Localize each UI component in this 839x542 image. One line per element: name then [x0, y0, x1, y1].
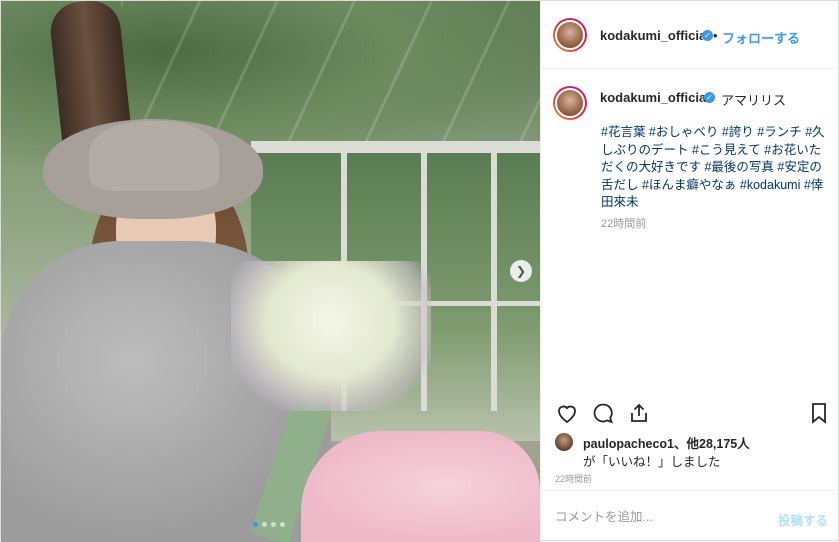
- post-photo[interactable]: ❯: [1, 1, 540, 542]
- carousel-dots: [253, 522, 285, 527]
- instagram-post: ❯ kodakumi_official ✓ • フォローする kodakumi_…: [0, 0, 839, 542]
- verified-badge-icon: ✓: [704, 92, 715, 103]
- caption-hashtags[interactable]: #花言葉 #おしゃべり #誇り #ランチ #久しぶりのデート #こう見えて #お…: [601, 124, 831, 212]
- avatar[interactable]: [553, 18, 587, 52]
- heart-icon[interactable]: [555, 401, 579, 425]
- carousel-dot: [271, 522, 276, 527]
- likes-count[interactable]: 、他28,175人: [674, 437, 750, 451]
- header-separator: •: [713, 28, 718, 43]
- header-username[interactable]: kodakumi_official: [600, 28, 710, 43]
- comment-input[interactable]: [555, 507, 755, 527]
- caption-title: アマリリス: [721, 93, 787, 108]
- carousel-dot: [280, 522, 285, 527]
- avatar[interactable]: [553, 86, 587, 120]
- avatar[interactable]: [555, 433, 573, 451]
- photo-glass-roof: [121, 1, 540, 141]
- photo-hat-crown: [89, 121, 219, 191]
- post-comment-button[interactable]: 投稿する: [778, 510, 828, 529]
- photo-bouquet: [231, 261, 431, 411]
- follow-button[interactable]: フォローする: [722, 28, 800, 47]
- post-timestamp[interactable]: 22時間前: [555, 472, 592, 485]
- action-bar: [541, 399, 839, 427]
- likes-suffix: が「いいね！」しました: [583, 455, 721, 469]
- liker-username[interactable]: paulopacheco1: [583, 437, 674, 451]
- photo-pink-wrap: [301, 431, 540, 542]
- carousel-dot: [262, 522, 267, 527]
- caption-username[interactable]: kodakumi_official: [600, 90, 710, 105]
- photo-window-frame: [491, 151, 497, 411]
- verified-badge-icon: ✓: [702, 30, 713, 41]
- comment-icon[interactable]: [591, 401, 615, 425]
- post-header: kodakumi_official ✓ • フォローする: [541, 1, 839, 69]
- bookmark-icon[interactable]: [807, 401, 831, 425]
- carousel-dot: [253, 522, 258, 527]
- post-sidebar: kodakumi_official ✓ • フォローする kodakumi_of…: [540, 1, 839, 542]
- share-icon[interactable]: [627, 401, 651, 425]
- likes-line: paulopacheco1、他28,175人: [583, 433, 750, 452]
- caption-timestamp[interactable]: 22時間前: [601, 215, 646, 231]
- carousel-next-icon[interactable]: ❯: [510, 260, 532, 282]
- comment-box: 投稿する: [541, 490, 839, 542]
